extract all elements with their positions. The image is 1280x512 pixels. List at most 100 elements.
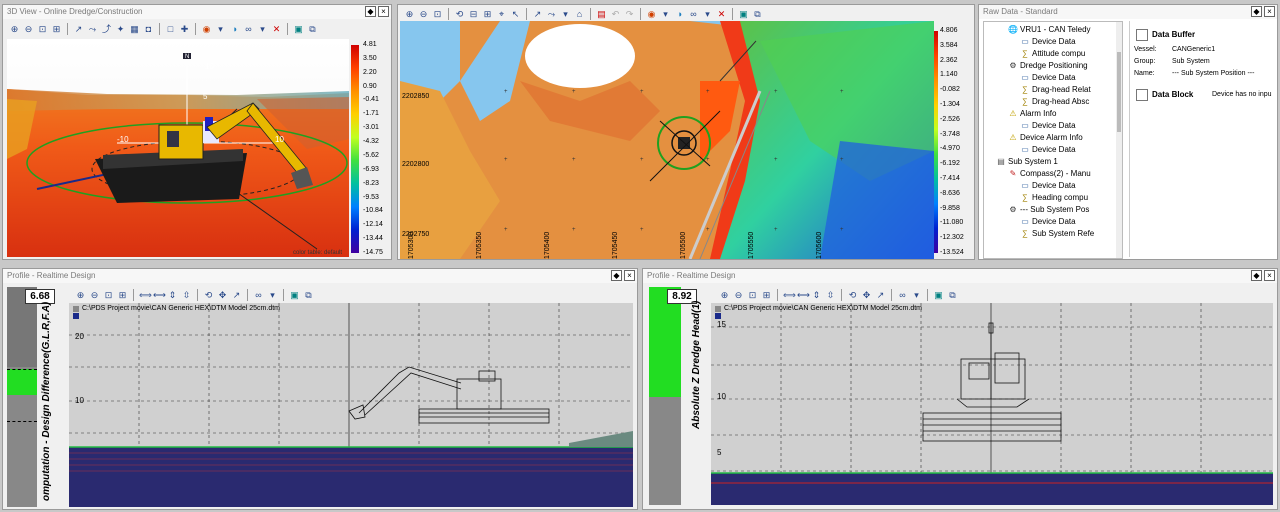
- tree-node[interactable]: ▤ Sub System 1: [996, 156, 1058, 168]
- expand-h-icon[interactable]: ⟺: [139, 290, 152, 301]
- zoom-extents-icon[interactable]: ⊞: [761, 290, 772, 301]
- tree-node[interactable]: ∑ Sub System Refe: [1020, 228, 1094, 240]
- track-icon[interactable]: ↗: [532, 9, 543, 20]
- plan-view-map[interactable]: + + + + + + + + + + + + + + + + + +: [400, 21, 934, 259]
- fit-icon[interactable]: ⊟: [468, 9, 479, 20]
- tree-node[interactable]: ✎ Compass(2) - Manu: [1008, 168, 1091, 180]
- 3d-viewport[interactable]: -10 10 10 5 N: [7, 39, 349, 257]
- window-icon[interactable]: ▣: [289, 290, 300, 301]
- zoom-extents-icon[interactable]: ⊞: [482, 9, 493, 20]
- measure-icon[interactable]: ↗: [231, 290, 242, 301]
- pin-icon[interactable]: ◆: [1251, 6, 1262, 17]
- clone-icon[interactable]: ⧉: [752, 9, 763, 20]
- tree-scrollbar[interactable]: [1116, 22, 1122, 258]
- window-icon[interactable]: ▣: [933, 290, 944, 301]
- expand-h-icon[interactable]: ⟺: [783, 290, 796, 301]
- link-dropdown-icon[interactable]: ▾: [267, 290, 278, 301]
- tree-node[interactable]: ∑ Drag-head Absc: [1020, 96, 1089, 108]
- zoom-out-icon[interactable]: ⊖: [89, 290, 100, 301]
- close-icon[interactable]: ×: [1264, 270, 1275, 281]
- link-icon[interactable]: ∞: [688, 9, 699, 20]
- window-icon[interactable]: ▣: [293, 24, 304, 35]
- select-icon[interactable]: ↖: [510, 9, 521, 20]
- tree-node[interactable]: ▭ Device Data: [1020, 120, 1075, 132]
- link-icon[interactable]: ∞: [897, 290, 908, 301]
- route-dropdown-icon[interactable]: ▾: [560, 9, 571, 20]
- box-icon[interactable]: □: [165, 24, 176, 35]
- pin-icon[interactable]: ◆: [1251, 270, 1262, 281]
- zoom-window-icon[interactable]: ⊡: [747, 290, 758, 301]
- tree-node[interactable]: ⚙ Dredge Positioning: [1008, 60, 1087, 72]
- zoom-out-icon[interactable]: ⊖: [418, 9, 429, 20]
- tree-node[interactable]: ▭ Device Data: [1020, 36, 1075, 48]
- pointer-icon[interactable]: ⤳: [87, 24, 98, 35]
- redo-icon[interactable]: ↷: [624, 9, 635, 20]
- pan-icon[interactable]: ⟲: [203, 290, 214, 301]
- link-icon[interactable]: ∞: [253, 290, 264, 301]
- tree-node[interactable]: ⚠ Device Alarm Info: [1008, 132, 1082, 144]
- close-icon[interactable]: ×: [624, 270, 635, 281]
- zoom-extents-icon[interactable]: ⊞: [117, 290, 128, 301]
- tree-node[interactable]: ⚙ --- Sub System Pos: [1008, 204, 1089, 216]
- measure-icon[interactable]: ↗: [875, 290, 886, 301]
- link-dropdown-icon[interactable]: ▾: [911, 290, 922, 301]
- undo-icon[interactable]: ↶: [610, 9, 621, 20]
- home-icon[interactable]: ⌂: [574, 9, 585, 20]
- shrink-v-icon[interactable]: ⇳: [181, 290, 192, 301]
- target-icon[interactable]: ✦: [115, 24, 126, 35]
- chart-icon[interactable]: ▤: [596, 9, 607, 20]
- measure-icon[interactable]: ↗: [73, 24, 84, 35]
- expand-v-icon[interactable]: ⇕: [811, 290, 822, 301]
- zoom-window-icon[interactable]: ⊡: [37, 24, 48, 35]
- fit-icon[interactable]: ✥: [217, 290, 228, 301]
- tree-node[interactable]: ∑ Attitude compu: [1020, 48, 1085, 60]
- zoom-out-icon[interactable]: ⊖: [23, 24, 34, 35]
- zoom-in-icon[interactable]: ⊕: [404, 9, 415, 20]
- block-checkbox[interactable]: [1136, 89, 1148, 101]
- pan-icon[interactable]: ⟲: [847, 290, 858, 301]
- pan-icon[interactable]: ⟲: [454, 9, 465, 20]
- window-icon[interactable]: ▣: [738, 9, 749, 20]
- clone-icon[interactable]: ⧉: [303, 290, 314, 301]
- tree-node[interactable]: 🌐 VRU1 - CAN Teledy: [1008, 24, 1091, 36]
- zoom-window-icon[interactable]: ⊡: [432, 9, 443, 20]
- link-dropdown-icon[interactable]: ▾: [702, 9, 713, 20]
- tree-node[interactable]: ∑ Heading compu: [1020, 192, 1088, 204]
- delete-icon[interactable]: ✕: [271, 24, 282, 35]
- fit-icon[interactable]: ✥: [861, 290, 872, 301]
- zoom-in-icon[interactable]: ⊕: [719, 290, 730, 301]
- camera-icon[interactable]: ◘: [143, 24, 154, 35]
- zoom-window-icon[interactable]: ⊡: [103, 290, 114, 301]
- clone-icon[interactable]: ⧉: [947, 290, 958, 301]
- zoom-extents-icon[interactable]: ⊞: [51, 24, 62, 35]
- close-icon[interactable]: ×: [1264, 6, 1275, 17]
- tree-node[interactable]: ▭ Device Data: [1020, 216, 1075, 228]
- layers-dropdown-icon[interactable]: ▾: [660, 9, 671, 20]
- tree-node[interactable]: ▭ Device Data: [1020, 180, 1075, 192]
- close-icon[interactable]: ×: [378, 6, 389, 17]
- buffer-checkbox[interactable]: [1136, 29, 1148, 41]
- tree-node[interactable]: ▭ Device Data: [1020, 144, 1075, 156]
- link-dropdown-icon[interactable]: ▾: [257, 24, 268, 35]
- expand-v-icon[interactable]: ⇕: [167, 290, 178, 301]
- zoom-out-icon[interactable]: ⊖: [733, 290, 744, 301]
- track-icon[interactable]: ⤴: [101, 24, 112, 35]
- shrink-v-icon[interactable]: ⇳: [825, 290, 836, 301]
- delete-icon[interactable]: ✕: [716, 9, 727, 20]
- shrink-h-icon[interactable]: ⟷: [153, 290, 166, 301]
- palette-icon[interactable]: ◑: [674, 9, 685, 20]
- clone-icon[interactable]: ⧉: [307, 24, 318, 35]
- pin-icon[interactable]: ◆: [365, 6, 376, 17]
- grid-icon[interactable]: ▦: [129, 24, 140, 35]
- link-icon[interactable]: ∞: [243, 24, 254, 35]
- route-icon[interactable]: ⤳: [546, 9, 557, 20]
- profile-right-chart[interactable]: 15 10 5: [711, 303, 1273, 505]
- profile-left-chart[interactable]: 20 10: [69, 303, 633, 507]
- zoom-in-icon[interactable]: ⊕: [9, 24, 20, 35]
- dropdown-icon[interactable]: ▾: [215, 24, 226, 35]
- tree-node[interactable]: ∑ Drag-head Relat: [1020, 84, 1091, 96]
- palette-icon[interactable]: ◑: [229, 24, 240, 35]
- tree-node[interactable]: ▭ Device Data: [1020, 72, 1075, 84]
- layers-icon[interactable]: ◉: [646, 9, 657, 20]
- pin-icon[interactable]: ◆: [611, 270, 622, 281]
